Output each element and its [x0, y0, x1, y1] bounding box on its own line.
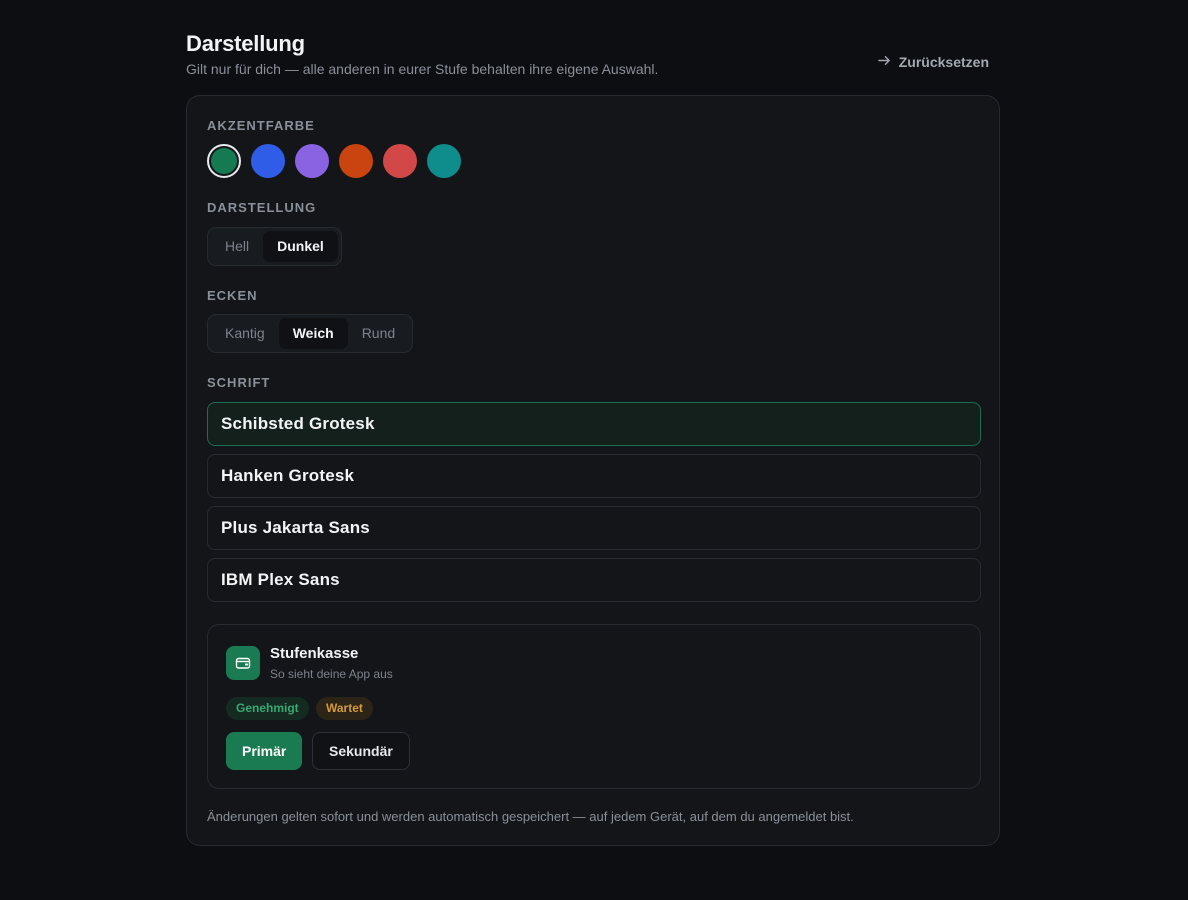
- accent-label: AKZENTFARBE: [207, 118, 315, 133]
- appearance-label: DARSTELLUNG: [207, 200, 317, 215]
- header: Darstellung Gilt nur für dich — alle and…: [186, 0, 1002, 95]
- corners-option-rund[interactable]: Rund: [348, 318, 409, 349]
- primary-button[interactable]: Primär: [226, 732, 303, 770]
- font-label: SCHRIFT: [207, 375, 271, 390]
- font-option-plus-jakarta-sans[interactable]: Plus Jakarta Sans: [207, 506, 981, 550]
- page-subtitle: Gilt nur für dich — alle anderen in eure…: [186, 61, 659, 77]
- reset-label: Zurücksetzen: [898, 54, 989, 70]
- accent-swatches: [207, 144, 461, 178]
- accent-swatch-2[interactable]: [251, 144, 285, 178]
- font-option-ibm-plex-sans[interactable]: IBM Plex Sans: [207, 558, 981, 602]
- corners-label: ECKEN: [207, 288, 258, 303]
- wallet-icon: [226, 646, 260, 680]
- corners-toggle: Kantig Weich Rund: [207, 314, 414, 353]
- preview-title: Stufenkasse: [270, 645, 359, 662]
- corners-option-kantig[interactable]: Kantig: [211, 318, 279, 349]
- theme-preview: Stufenkasse So sieht deine App aus Geneh…: [207, 624, 981, 789]
- accent-swatch-6[interactable]: [427, 144, 461, 178]
- appearance-option-dunkel[interactable]: Dunkel: [263, 231, 338, 262]
- accent-swatch-1[interactable]: [207, 144, 241, 178]
- corners-option-weich[interactable]: Weich: [278, 318, 348, 349]
- arrow-right-icon: [877, 54, 891, 70]
- appearance-toggle: Hell Dunkel: [207, 227, 342, 266]
- autosave-note: Änderungen gelten sofort und werden auto…: [207, 809, 854, 824]
- accent-swatch-5[interactable]: [383, 144, 417, 178]
- font-option-hanken-grotesk[interactable]: Hanken Grotesk: [207, 454, 981, 498]
- accent-swatch-3[interactable]: [295, 144, 329, 178]
- preview-subtitle: So sieht deine App aus: [270, 667, 393, 681]
- page-title: Darstellung: [186, 31, 305, 56]
- font-option-schibsted-grotesk[interactable]: Schibsted Grotesk: [207, 402, 981, 446]
- status-badge-waiting: Wartet: [316, 697, 373, 720]
- settings-card: AKZENTFARBE DARSTELLUNG Hell Dunkel ECKE…: [186, 95, 1000, 846]
- secondary-button[interactable]: Sekundär: [312, 732, 410, 770]
- appearance-settings: Darstellung Gilt nur für dich — alle and…: [186, 0, 1002, 846]
- accent-swatch-4[interactable]: [339, 144, 373, 178]
- reset-button[interactable]: Zurücksetzen: [877, 54, 989, 70]
- status-badge-approved: Genehmigt: [226, 697, 309, 720]
- appearance-option-hell[interactable]: Hell: [211, 231, 263, 262]
- font-list: Schibsted Grotesk Hanken Grotesk Plus Ja…: [207, 402, 981, 610]
